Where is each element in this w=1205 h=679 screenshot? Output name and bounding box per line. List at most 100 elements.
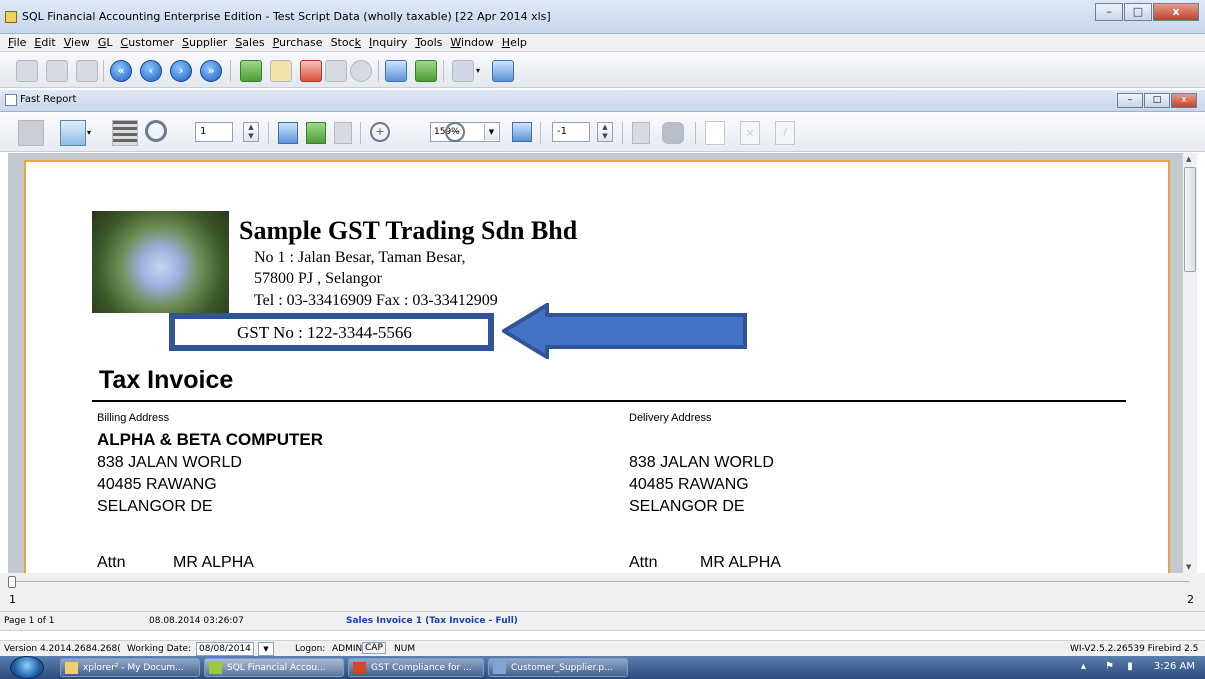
previous-record-icon[interactable]: ‹ [140, 60, 162, 82]
scroll-thumb[interactable] [1184, 167, 1196, 272]
maximize-button[interactable]: □ [1124, 3, 1152, 21]
search-page-input[interactable]: -1 [552, 122, 590, 142]
toolbar-separator [695, 122, 696, 144]
scroll-up-icon[interactable]: ▲ [1186, 155, 1191, 163]
page-width-icon[interactable] [306, 122, 326, 144]
customer-name: ALPHA & BETA COMPUTER [97, 430, 324, 449]
zoom-select[interactable]: 159% ▼ [430, 122, 500, 142]
menu-view[interactable]: View [60, 34, 94, 51]
report-close-button[interactable]: x [1171, 93, 1197, 108]
page-count: Page 1 of 1 [4, 616, 55, 626]
window-controls: – □ x [1094, 3, 1199, 21]
page-number-input[interactable]: 1 [195, 122, 233, 142]
delivery-line3: SELANGOR DE [629, 498, 745, 515]
menu-stock[interactable]: Stock [327, 34, 365, 51]
menu-gl[interactable]: GL [94, 34, 117, 51]
report-window-controls: – □ x [1116, 93, 1197, 108]
new-page-icon[interactable] [705, 121, 725, 145]
edit-page-icon[interactable]: / [775, 121, 795, 145]
taskbar-item-powerpoint[interactable]: GST Compliance for ... [348, 658, 484, 677]
num-lock-indicator: NUM [394, 644, 416, 654]
working-date-field[interactable]: 08/08/2014 [196, 642, 254, 656]
menu-purchase[interactable]: Purchase [269, 34, 327, 51]
report-restore-button[interactable]: □ [1144, 93, 1170, 108]
cancel-icon[interactable] [350, 60, 372, 82]
fit-page-icon[interactable] [512, 122, 532, 142]
hand-tool-icon[interactable] [662, 122, 684, 144]
vertical-scrollbar[interactable]: ▲ ▼ [1182, 153, 1197, 573]
page-setup-icon[interactable] [632, 122, 650, 144]
print-report-icon[interactable] [18, 120, 44, 146]
copy-icon[interactable] [46, 60, 68, 82]
single-page-icon[interactable] [278, 122, 298, 144]
menu-bar: File Edit View GL Customer Supplier Sale… [0, 34, 1205, 52]
tray-arrow-icon[interactable]: ▴ [1081, 661, 1086, 672]
first-record-icon[interactable]: « [110, 60, 132, 82]
taskbar-item-sql[interactable]: SQL Financial Accou... [204, 658, 344, 677]
working-date-dropdown-icon[interactable]: ▼ [258, 642, 274, 656]
outline-icon[interactable] [112, 120, 138, 146]
menu-inquiry[interactable]: Inquiry [365, 34, 411, 51]
report-minimize-button[interactable]: – [1117, 93, 1143, 108]
working-date-value: 08/08/2014 [199, 644, 251, 654]
page-slider-handle[interactable] [8, 576, 16, 588]
start-button[interactable] [10, 656, 44, 679]
delete-record-icon[interactable] [300, 60, 322, 82]
next-record-icon[interactable]: › [170, 60, 192, 82]
folder-icon [65, 662, 78, 674]
report-datetime: 08.08.2014 03:26:07 [149, 616, 244, 626]
clock[interactable]: 3:26 AM [1154, 661, 1195, 672]
scroll-down-icon[interactable]: ▼ [1186, 563, 1191, 571]
refresh-icon[interactable] [415, 60, 437, 82]
toolbar-separator [378, 60, 379, 82]
taskbar-item-explorer[interactable]: xplorer² - My Docum... [60, 658, 200, 677]
edit-record-icon[interactable] [270, 60, 292, 82]
last-record-icon[interactable]: » [200, 60, 222, 82]
save-icon[interactable] [325, 60, 347, 82]
caps-lock-indicator: CAP [362, 642, 386, 654]
powerpoint-icon [353, 662, 366, 674]
zoom-out-icon[interactable]: − [445, 122, 465, 142]
paste-icon[interactable] [76, 60, 98, 82]
menu-tools[interactable]: Tools [411, 34, 446, 51]
menu-window[interactable]: Window [446, 34, 497, 51]
cut-icon[interactable] [16, 60, 38, 82]
minimize-button[interactable]: – [1095, 3, 1123, 21]
delete-page-icon[interactable]: × [740, 121, 760, 145]
network-icon[interactable]: ▮ [1127, 661, 1133, 672]
page-slider-track[interactable] [12, 581, 1189, 582]
report-window-title: Fast Report [20, 94, 77, 105]
menu-file[interactable]: File [4, 34, 30, 51]
export-dropdown-icon[interactable]: ▾ [87, 120, 97, 146]
print-dropdown-icon[interactable]: ▾ [476, 60, 486, 82]
print-icon[interactable] [452, 60, 474, 82]
close-button[interactable]: x [1153, 3, 1199, 21]
app-icon [5, 11, 17, 23]
new-record-icon[interactable] [240, 60, 262, 82]
search-page-spinner[interactable]: ▲ ▼ [597, 122, 613, 142]
company-logo-image [92, 211, 229, 313]
menu-sales[interactable]: Sales [231, 34, 268, 51]
windows-taskbar: xplorer² - My Docum... SQL Financial Acc… [0, 656, 1205, 679]
print-preview-icon[interactable] [492, 60, 514, 82]
find-icon[interactable] [145, 120, 167, 142]
search-icon[interactable] [385, 60, 407, 82]
gst-number: GST No : 122-3344-5566 [237, 323, 412, 342]
company-address-line1: No 1 : Jalan Besar, Taman Besar, [254, 249, 466, 266]
slider-min-label: 1 [9, 593, 16, 606]
menu-customer[interactable]: Customer [117, 34, 178, 51]
taskbar-item-pdf[interactable]: Customer_Supplier.p... [488, 658, 628, 677]
menu-edit[interactable]: Edit [30, 34, 59, 51]
zoom-in-icon[interactable]: + [370, 122, 390, 142]
menu-help[interactable]: Help [498, 34, 531, 51]
slider-max-label: 2 [1187, 593, 1194, 606]
zoom-dropdown-icon[interactable]: ▼ [484, 124, 498, 140]
logon-user: ADMIN [332, 644, 363, 654]
delivery-attn-label: Attn [629, 554, 658, 571]
flag-icon[interactable]: ⚑ [1105, 661, 1114, 672]
report-name: Sales Invoice 1 (Tax Invoice - Full) [346, 616, 518, 626]
whole-page-icon[interactable] [334, 122, 352, 144]
export-icon[interactable] [60, 120, 86, 146]
page-spinner[interactable]: ▲ ▼ [243, 122, 259, 142]
menu-supplier[interactable]: Supplier [178, 34, 231, 51]
